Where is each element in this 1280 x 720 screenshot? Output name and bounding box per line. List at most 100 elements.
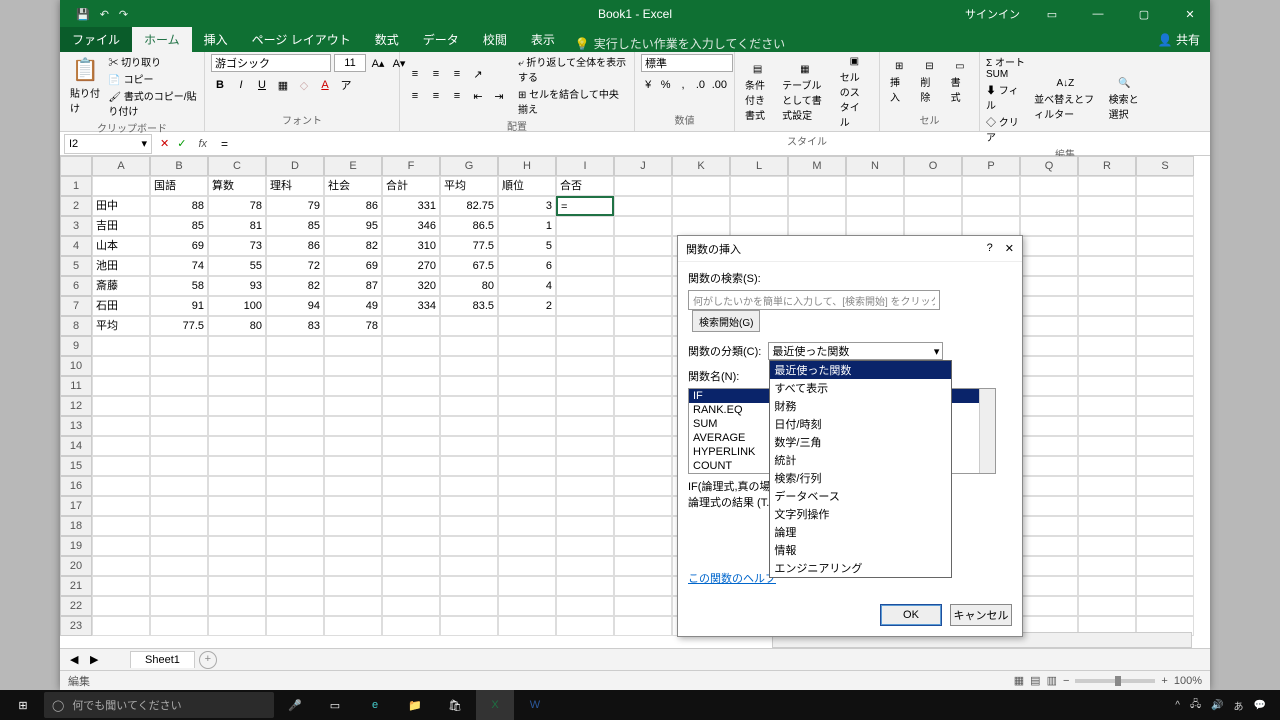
excel-taskbar-icon[interactable]: X xyxy=(476,690,514,720)
cell[interactable] xyxy=(440,396,498,416)
row-header[interactable]: 7 xyxy=(60,296,92,316)
tray-chevron-icon[interactable]: ^ xyxy=(1175,700,1180,711)
cell[interactable] xyxy=(556,276,614,296)
paste-button[interactable]: 📋貼り付け xyxy=(66,55,104,117)
cell[interactable] xyxy=(498,436,556,456)
cell[interactable] xyxy=(556,516,614,536)
cell[interactable] xyxy=(266,496,324,516)
tell-me[interactable]: 💡実行したい作業を入力してください xyxy=(575,35,785,52)
cell[interactable] xyxy=(1136,336,1194,356)
cell[interactable] xyxy=(1078,576,1136,596)
word-taskbar-icon[interactable]: W xyxy=(516,690,554,720)
cell[interactable] xyxy=(498,496,556,516)
bold-button[interactable]: B xyxy=(211,76,229,94)
ribbon-options-icon[interactable]: ▭ xyxy=(1038,8,1066,21)
cell[interactable] xyxy=(1078,196,1136,216)
cell[interactable]: 算数 xyxy=(208,176,266,196)
cell[interactable] xyxy=(1136,216,1194,236)
cell[interactable]: 77.5 xyxy=(150,316,208,336)
row-header[interactable]: 20 xyxy=(60,556,92,576)
row-header[interactable]: 15 xyxy=(60,456,92,476)
cell[interactable] xyxy=(150,576,208,596)
cell[interactable] xyxy=(1020,196,1078,216)
cell[interactable] xyxy=(440,616,498,636)
cell[interactable] xyxy=(556,376,614,396)
cell[interactable] xyxy=(556,236,614,256)
cell[interactable] xyxy=(1136,416,1194,436)
tab-review[interactable]: 校閲 xyxy=(471,27,519,52)
cell[interactable]: 82.75 xyxy=(440,196,498,216)
cell[interactable] xyxy=(1078,596,1136,616)
edge-icon[interactable]: e xyxy=(356,690,394,720)
cell[interactable] xyxy=(208,496,266,516)
cell[interactable] xyxy=(962,216,1020,236)
col-header[interactable]: E xyxy=(324,156,382,176)
explorer-icon[interactable]: 📁 xyxy=(396,690,434,720)
cell[interactable]: = xyxy=(556,196,614,216)
system-tray[interactable]: ^ 🖧 🔊 あ 💬 xyxy=(1175,697,1276,714)
row-header[interactable]: 1 xyxy=(60,176,92,196)
cell[interactable] xyxy=(846,176,904,196)
cell[interactable] xyxy=(208,416,266,436)
cell[interactable]: 49 xyxy=(324,296,382,316)
col-header[interactable]: A xyxy=(92,156,150,176)
cell[interactable] xyxy=(92,576,150,596)
col-header[interactable]: R xyxy=(1078,156,1136,176)
cell[interactable] xyxy=(324,476,382,496)
row-header[interactable]: 21 xyxy=(60,576,92,596)
cell[interactable]: 334 xyxy=(382,296,440,316)
cell[interactable] xyxy=(1020,536,1078,556)
sort-filter-button[interactable]: A↓Z並べ替えとフィルター xyxy=(1030,76,1101,123)
view-normal-icon[interactable]: ▦ xyxy=(1014,674,1024,687)
category-dropdown[interactable]: 最近使った関数すべて表示財務日付/時刻数学/三角統計検索/行列データベース文字列… xyxy=(769,360,952,578)
cell[interactable] xyxy=(1136,276,1194,296)
cell[interactable] xyxy=(1136,496,1194,516)
cell[interactable] xyxy=(904,196,962,216)
cell[interactable]: 80 xyxy=(208,316,266,336)
cell[interactable] xyxy=(788,176,846,196)
font-size-select[interactable] xyxy=(334,54,366,72)
cell[interactable] xyxy=(1078,416,1136,436)
cell[interactable] xyxy=(1136,256,1194,276)
cell[interactable] xyxy=(1136,376,1194,396)
cell[interactable] xyxy=(266,436,324,456)
cell[interactable] xyxy=(150,456,208,476)
cell[interactable] xyxy=(1078,236,1136,256)
cell[interactable]: 斎藤 xyxy=(92,276,150,296)
store-icon[interactable]: 🛍 xyxy=(436,690,474,720)
orientation-icon[interactable]: ↗ xyxy=(469,65,487,83)
cell[interactable] xyxy=(1136,556,1194,576)
category-option[interactable]: 情報 xyxy=(770,541,951,559)
cell[interactable] xyxy=(614,536,672,556)
fill-button[interactable]: ⬇ フィル xyxy=(986,82,1026,112)
col-header[interactable]: Q xyxy=(1020,156,1078,176)
tab-data[interactable]: データ xyxy=(411,27,471,52)
tab-view[interactable]: 表示 xyxy=(519,27,567,52)
cell[interactable] xyxy=(266,616,324,636)
cell[interactable]: 国語 xyxy=(150,176,208,196)
row-header[interactable]: 22 xyxy=(60,596,92,616)
cell[interactable]: 80 xyxy=(440,276,498,296)
cell[interactable] xyxy=(382,336,440,356)
category-select[interactable]: 最近使った関数▾ 最近使った関数すべて表示財務日付/時刻数学/三角統計検索/行列… xyxy=(768,342,943,360)
align-left-icon[interactable]: ≡ xyxy=(406,87,424,105)
category-option[interactable]: 統計 xyxy=(770,451,951,469)
cell[interactable] xyxy=(382,616,440,636)
cell[interactable] xyxy=(150,336,208,356)
cell[interactable]: 55 xyxy=(208,256,266,276)
signin-link[interactable]: サインイン xyxy=(965,6,1020,22)
cell[interactable] xyxy=(846,216,904,236)
cell[interactable] xyxy=(440,576,498,596)
cell[interactable] xyxy=(1078,276,1136,296)
cell[interactable] xyxy=(1078,536,1136,556)
network-icon[interactable]: 🖧 xyxy=(1190,697,1201,714)
cell[interactable] xyxy=(1020,436,1078,456)
cell[interactable] xyxy=(1020,316,1078,336)
start-button[interactable]: ⊞ xyxy=(4,690,42,720)
cell[interactable]: 6 xyxy=(498,256,556,276)
cell[interactable] xyxy=(150,356,208,376)
cell[interactable] xyxy=(382,396,440,416)
cell[interactable]: 74 xyxy=(150,256,208,276)
cell[interactable]: 67.5 xyxy=(440,256,498,276)
cell[interactable] xyxy=(1136,236,1194,256)
